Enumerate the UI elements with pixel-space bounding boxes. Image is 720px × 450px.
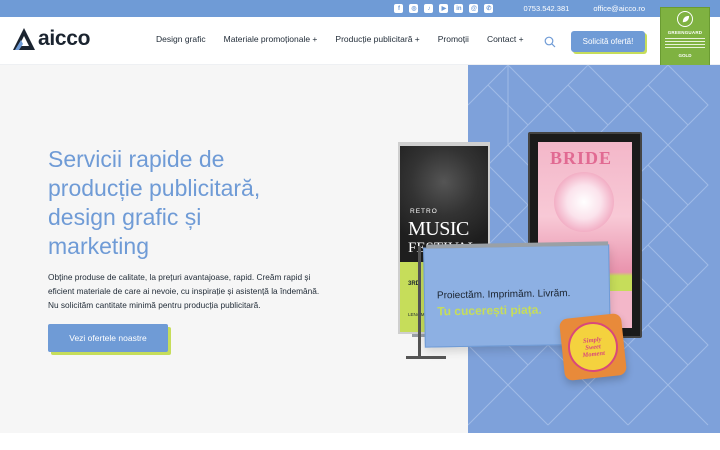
sticker: Simply Sweet Moment [558,312,628,382]
badge-fineprint [665,38,705,50]
headline-line: Servicii rapide de [48,146,225,172]
view-offers-button[interactable]: Vezi ofertele noastre [48,324,168,352]
instagram-icon[interactable]: ◎ [409,4,419,13]
headline-line: marketing [48,233,149,259]
threads-icon[interactable]: @ [469,4,479,13]
badge-name: GREENGUARD [667,30,703,35]
sticker-text: Moment [582,349,606,359]
flower-image [554,172,614,232]
logo[interactable]: aicco [12,27,91,51]
email-link[interactable]: office@aicco.ro [593,4,645,13]
badge-level: GOLD [678,53,692,58]
banner-line-2: Tu cucerești piața. [437,302,542,319]
banner-foot [406,356,446,359]
banner-pole [418,246,421,358]
headline-line: producție publicitară, [48,175,261,201]
logo-text: aicco [38,27,91,50]
product-collage: RETRO MUSIC FESTIVAL 3RD LENA MONTEZ · T… [390,128,650,388]
tiktok-icon[interactable]: ♪ [424,4,434,13]
linkedin-icon[interactable]: in [454,4,464,13]
youtube-icon[interactable]: ▶ [439,4,449,13]
facebook-icon[interactable]: f [394,4,404,13]
logo-mark-icon [13,28,35,50]
search-icon[interactable] [544,36,556,48]
nav-promotii[interactable]: Promoții [438,34,469,44]
rollup-music: MUSIC [408,218,469,240]
hero-headline: Servicii rapide de producție publicitară… [48,145,348,261]
nav-productie-publicitara[interactable]: Producție publicitară + [335,34,419,44]
nav-design-grafic[interactable]: Design grafic [156,34,206,44]
banner-line-1: Proiectăm. Imprimăm. Livrăm. [436,288,571,302]
greenguard-badge: GREENGUARD GOLD [660,7,710,73]
top-bar: f ◎ ♪ ▶ in @ ✆ 0753.542.381 office@aicco… [0,0,720,17]
whatsapp-icon[interactable]: ✆ [484,4,494,13]
leaf-icon [677,11,693,27]
rollup-retro: RETRO [410,208,438,215]
hero-lead: Obține produse de calitate, la prețuri a… [48,272,320,310]
nav-materiale-promotionale[interactable]: Materiale promoționale + [224,34,318,44]
phone-link[interactable]: 0753.542.381 [523,4,569,13]
site-header: aicco Design grafic Materiale promoționa… [0,17,720,65]
headline-line: design grafic și [48,204,202,230]
main-nav: Design grafic Materiale promoționale + P… [156,34,524,44]
page-bottom [0,433,720,450]
sticker-inner: Simply Sweet Moment [565,319,621,375]
poster-title: BRIDE [550,148,613,168]
request-offer-button[interactable]: Solicită ofertă! [571,31,645,52]
nav-contact[interactable]: Contact + [487,34,524,44]
social-links: f ◎ ♪ ▶ in @ ✆ [394,4,494,13]
